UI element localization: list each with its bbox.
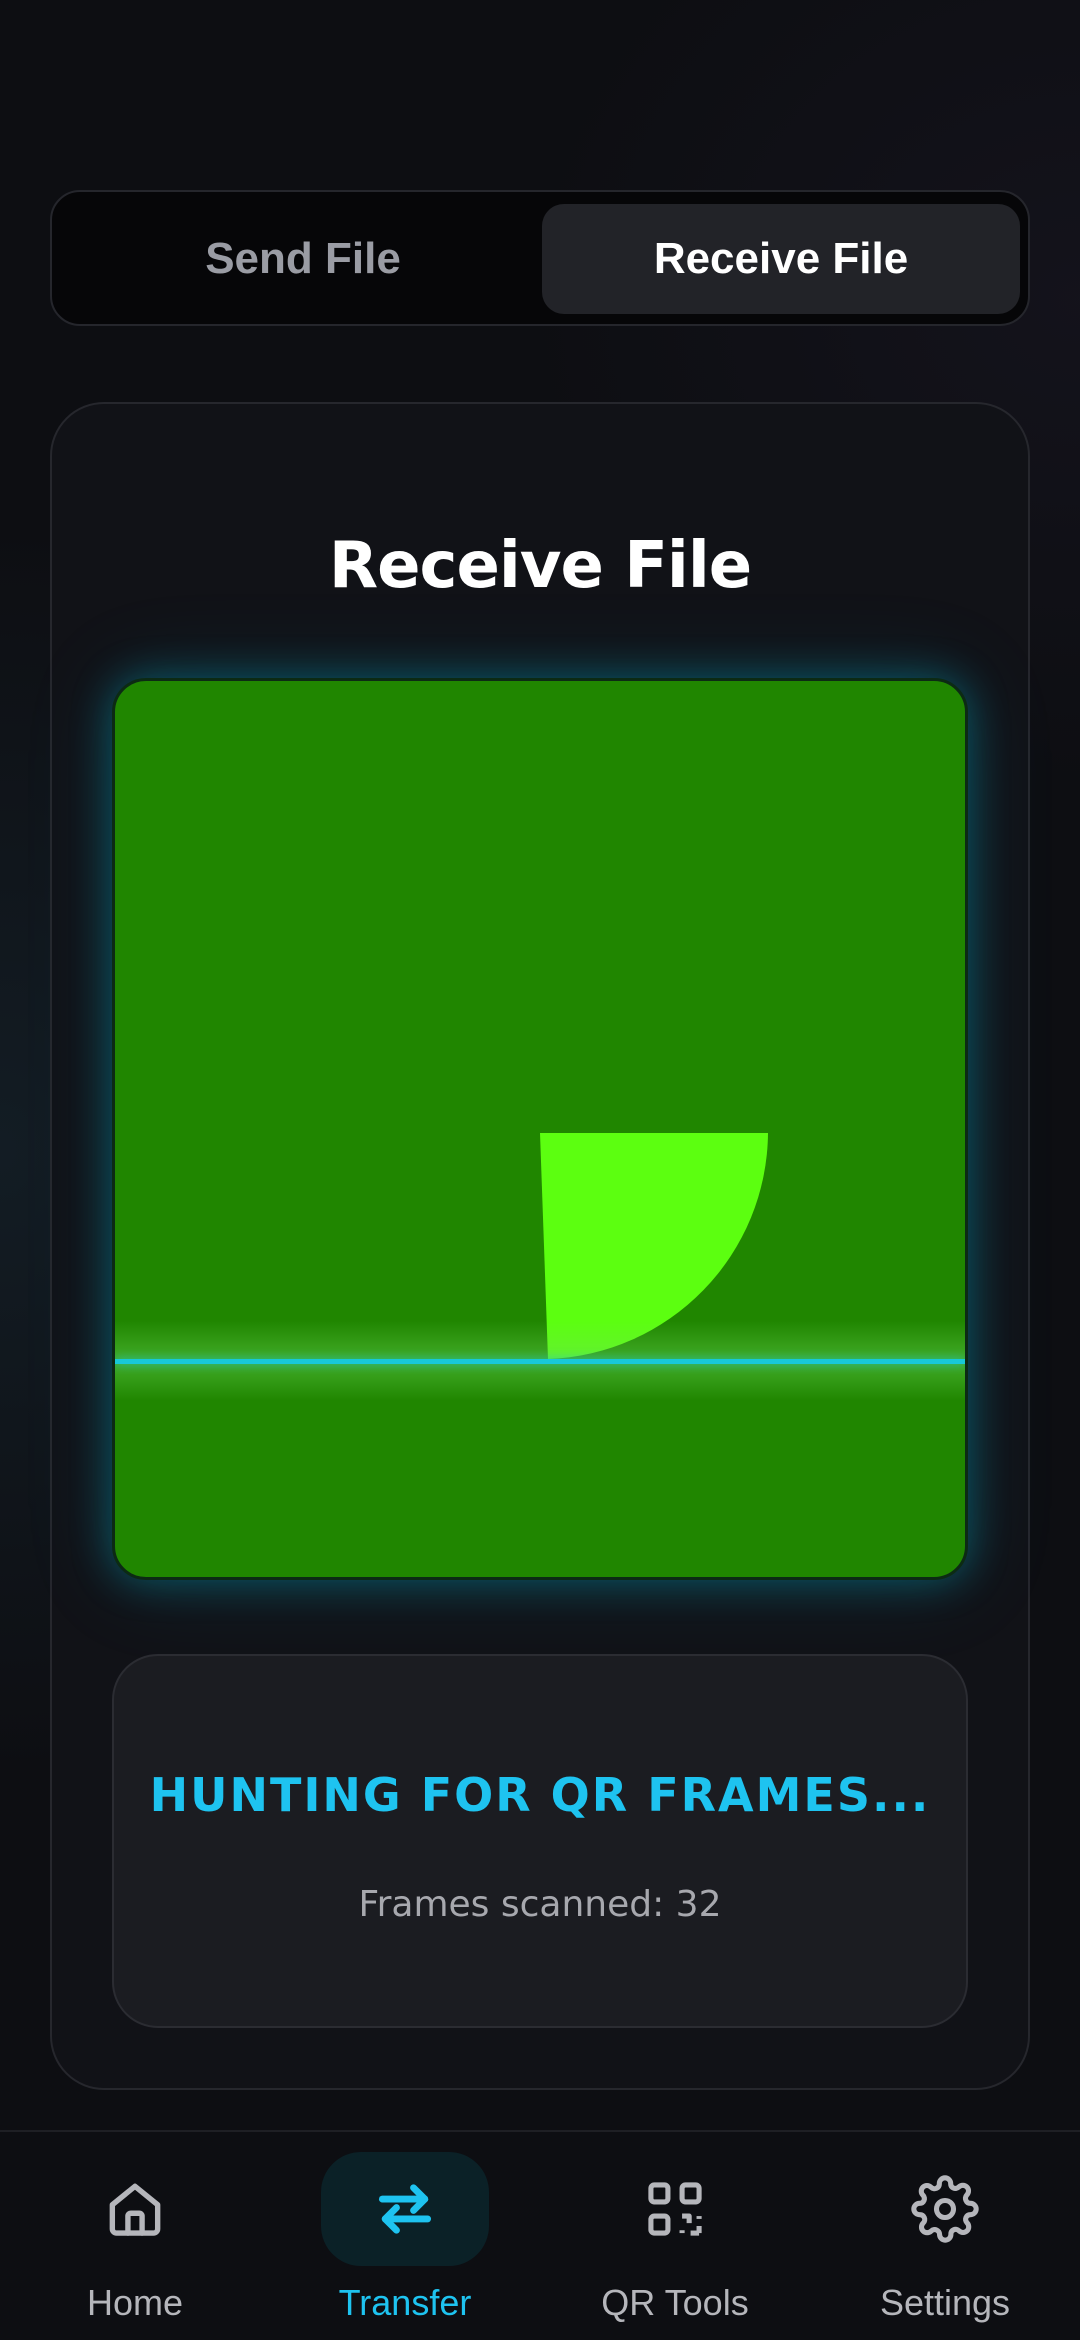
nav-label-qr-tools: QR Tools bbox=[601, 2282, 749, 2323]
scan-line bbox=[115, 1359, 965, 1364]
scan-status-panel: HUNTING FOR QR FRAMES... Frames scanned:… bbox=[112, 1654, 968, 2028]
transfer-mode-tabs: Send File Receive File bbox=[50, 190, 1030, 326]
nav-label-transfer: Transfer bbox=[338, 2282, 472, 2323]
receive-card: Receive File HUNTING FOR QR FRAMES... Fr… bbox=[50, 402, 1030, 2090]
camera-preview-shape bbox=[540, 1133, 768, 1359]
page-title: Receive File bbox=[328, 529, 752, 603]
gear-icon bbox=[911, 2175, 979, 2243]
camera-viewfinder bbox=[112, 678, 968, 1580]
nav-icon-wrap-qr-tools bbox=[591, 2152, 759, 2266]
home-icon bbox=[109, 2183, 161, 2236]
nav-label-settings: Settings bbox=[879, 2282, 1011, 2323]
nav-icon-wrap-home bbox=[51, 2152, 219, 2266]
tab-send-file[interactable]: Send File bbox=[64, 204, 542, 314]
nav-item-qr-tools[interactable]: QR Tools bbox=[540, 2132, 810, 2340]
scan-status-heading: HUNTING FOR QR FRAMES... bbox=[149, 1768, 931, 1822]
nav-item-transfer[interactable]: Transfer bbox=[270, 2132, 540, 2340]
nav-item-settings[interactable]: Settings bbox=[810, 2132, 1080, 2340]
tab-receive-file[interactable]: Receive File bbox=[542, 204, 1020, 314]
frames-scanned-count: Frames scanned: 32 bbox=[358, 1884, 722, 1925]
nav-icon-wrap-transfer bbox=[321, 2152, 489, 2266]
transfer-arrows-icon bbox=[378, 2184, 432, 2234]
nav-icon-wrap-settings bbox=[861, 2152, 1029, 2266]
qr-code-icon bbox=[648, 2182, 702, 2236]
nav-label-home: Home bbox=[86, 2282, 184, 2323]
bottom-navigation: Home Transfer QR Tools Settings bbox=[0, 2130, 1080, 2340]
nav-item-home[interactable]: Home bbox=[0, 2132, 270, 2340]
